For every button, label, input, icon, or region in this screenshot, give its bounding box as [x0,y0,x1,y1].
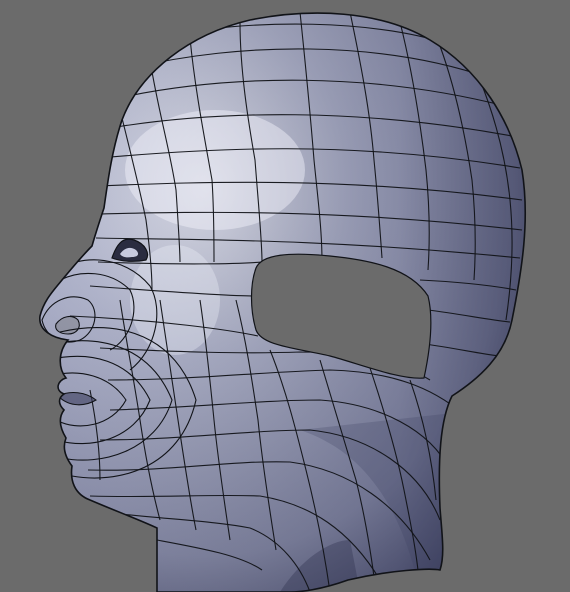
head-mesh-render[interactable] [0,0,570,592]
3d-viewport[interactable] [0,0,570,592]
